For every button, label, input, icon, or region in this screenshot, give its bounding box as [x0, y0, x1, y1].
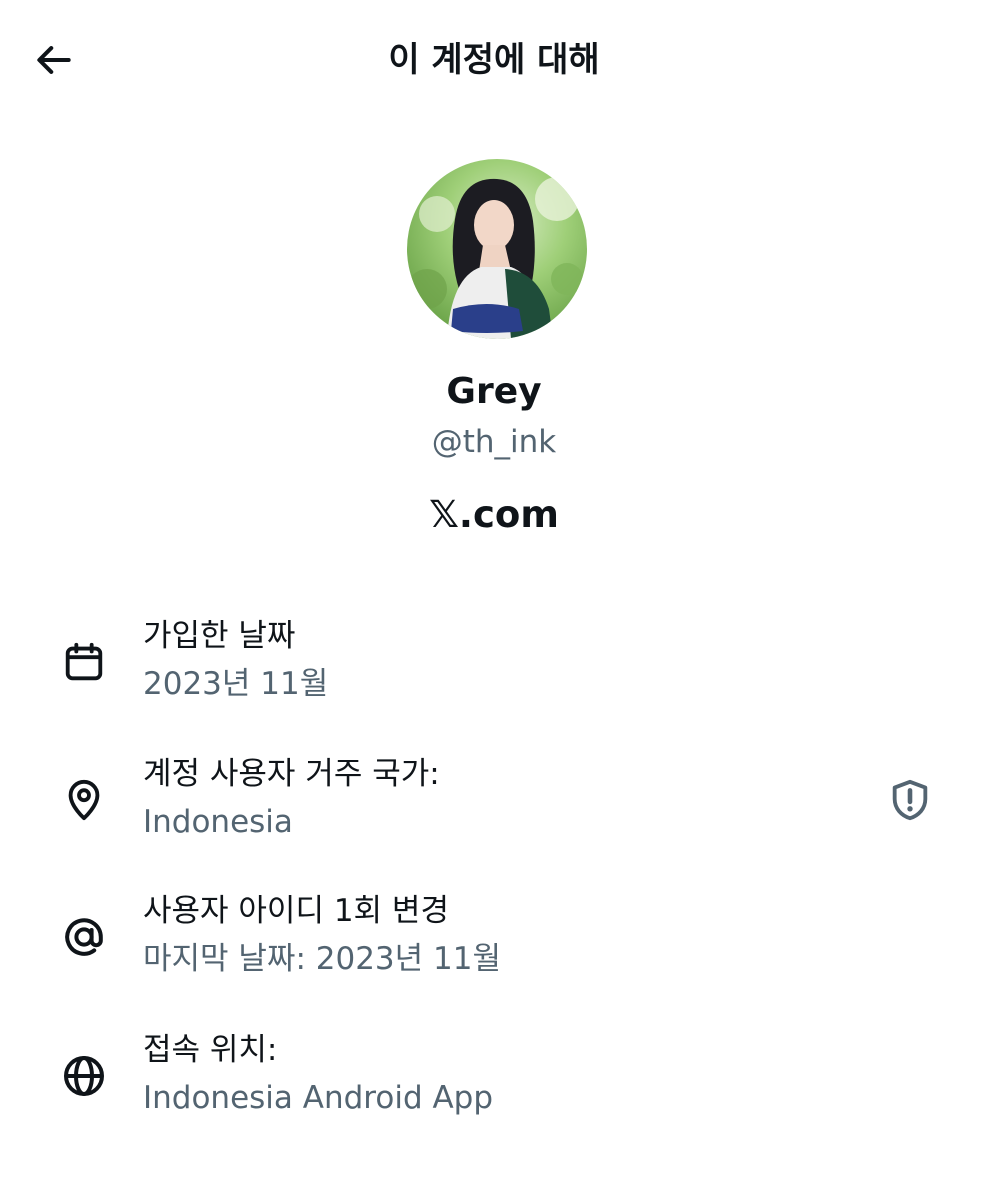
- row-value: 마지막 날짜: 2023년 11월: [143, 941, 501, 977]
- row-value: 2023년 11월: [143, 666, 329, 702]
- brand-domain: 𝕏.com: [429, 493, 559, 536]
- page-title: 이 계정에 대해: [388, 40, 600, 80]
- row-value: Indonesia: [143, 804, 293, 840]
- globe-icon: [58, 1050, 110, 1102]
- row-title: 사용자 아이디 1회 변경: [143, 893, 449, 929]
- shield-alert-button[interactable]: [884, 774, 936, 826]
- info-row-joined-date: 가입한 날짜 2023년 11월: [0, 614, 988, 724]
- top-app-bar: 이 계정에 대해: [0, 0, 988, 120]
- row-value: Indonesia Android App: [143, 1080, 494, 1116]
- shield-alert-icon: [892, 779, 928, 821]
- avatar-photo: [407, 159, 587, 339]
- profile-avatar[interactable]: [407, 159, 587, 339]
- info-row-username-changes: 사용자 아이디 1회 변경 마지막 날짜: 2023년 11월: [0, 889, 988, 999]
- info-row-country: 계정 사용자 거주 국가: Indonesia: [0, 752, 988, 862]
- at-sign-icon: [58, 911, 110, 963]
- calendar-icon: [58, 636, 110, 688]
- row-title: 계정 사용자 거주 국가:: [143, 756, 440, 792]
- row-title: 가입한 날짜: [143, 618, 296, 654]
- info-row-access-location: 접속 위치: Indonesia Android App: [0, 1028, 988, 1138]
- location-pin-icon: [58, 774, 110, 826]
- display-name: Grey: [446, 371, 542, 412]
- username-handle: @th_ink: [431, 424, 557, 460]
- row-title: 접속 위치:: [143, 1032, 278, 1068]
